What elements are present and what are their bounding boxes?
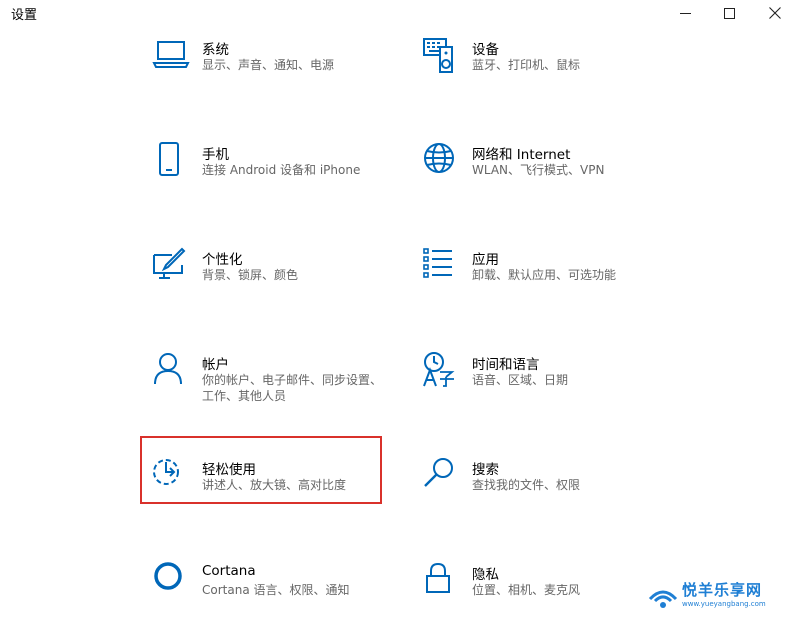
watermark-url: www.yueyangbang.com	[682, 600, 766, 608]
tile-description: 位置、相机、麦克风	[472, 583, 581, 597]
maximize-button[interactable]	[706, 0, 752, 26]
cortana-icon	[152, 562, 190, 600]
tile-personalization[interactable]: 个性化 背景、锁屏、颜色	[152, 247, 402, 307]
tile-title: 应用	[472, 252, 499, 268]
person-icon	[152, 352, 190, 390]
paint-icon	[152, 247, 190, 285]
tile-description: 查找我的文件、权限	[472, 478, 581, 492]
close-icon	[769, 7, 781, 19]
watermark-text: 悦羊乐享网	[682, 581, 763, 599]
tile-title: 帐户	[202, 357, 229, 373]
tile-description: 显示、声音、通知、电源	[202, 58, 335, 72]
lock-icon	[422, 562, 460, 600]
tile-description: 语音、区域、日期	[472, 373, 569, 387]
tile-accounts[interactable]: 帐户 你的帐户、电子邮件、同步设置、工作、其他人员	[152, 352, 402, 412]
tile-title: 隐私	[472, 567, 499, 583]
time-language-icon	[422, 352, 460, 390]
tile-description: 你的帐户、电子邮件、同步设置、工作、其他人员	[202, 373, 383, 403]
title-bar: 设置	[0, 0, 792, 26]
tile-description: WLAN、飞行模式、VPN	[472, 163, 605, 177]
tile-title: 个性化	[202, 252, 243, 268]
tile-title: 设备	[472, 42, 499, 58]
tile-title: 系统	[202, 42, 229, 58]
search-icon	[422, 457, 460, 495]
tile-time-language[interactable]: 时间和语言 语音、区域、日期	[422, 352, 672, 412]
tile-apps[interactable]: 应用 卸载、默认应用、可选功能	[422, 247, 672, 307]
tile-title: 时间和语言	[472, 357, 540, 373]
globe-icon	[422, 142, 460, 180]
phone-icon	[152, 142, 190, 180]
tile-title: 搜索	[472, 462, 499, 478]
close-button[interactable]	[752, 0, 792, 26]
tile-title: Cortana	[202, 563, 256, 579]
tile-phone[interactable]: 手机 连接 Android 设备和 iPhone	[152, 142, 402, 202]
tile-network[interactable]: 网络和 Internet WLAN、飞行模式、VPN	[422, 142, 672, 202]
watermark: 悦羊乐享网 www.yueyangbang.com	[642, 575, 792, 619]
tile-description: 背景、锁屏、颜色	[202, 268, 299, 282]
laptop-icon	[152, 37, 190, 75]
tile-description: 连接 Android 设备和 iPhone	[202, 163, 361, 177]
tile-description: Cortana 语言、权限、通知	[202, 583, 350, 597]
tile-devices[interactable]: 设备 蓝牙、打印机、鼠标	[422, 37, 672, 97]
highlight-box	[140, 436, 382, 504]
minimize-button[interactable]	[662, 0, 708, 26]
maximize-icon	[723, 7, 735, 19]
tile-search[interactable]: 搜索 查找我的文件、权限	[422, 457, 672, 517]
tile-description: 卸载、默认应用、可选功能	[472, 268, 617, 282]
tile-system[interactable]: 系统 显示、声音、通知、电源	[152, 37, 402, 97]
tile-cortana[interactable]: Cortana Cortana 语言、权限、通知	[152, 562, 402, 619]
minimize-icon	[679, 12, 691, 14]
tile-privacy[interactable]: 隐私 位置、相机、麦克风	[422, 562, 672, 619]
keyboard-speaker-icon	[422, 37, 460, 75]
tile-title: 手机	[202, 147, 229, 163]
apps-list-icon	[422, 247, 460, 285]
tile-title: 网络和 Internet	[472, 147, 571, 163]
tile-description: 蓝牙、打印机、鼠标	[472, 58, 581, 72]
window-title: 设置	[11, 8, 38, 23]
watermark-logo-icon	[648, 590, 678, 608]
